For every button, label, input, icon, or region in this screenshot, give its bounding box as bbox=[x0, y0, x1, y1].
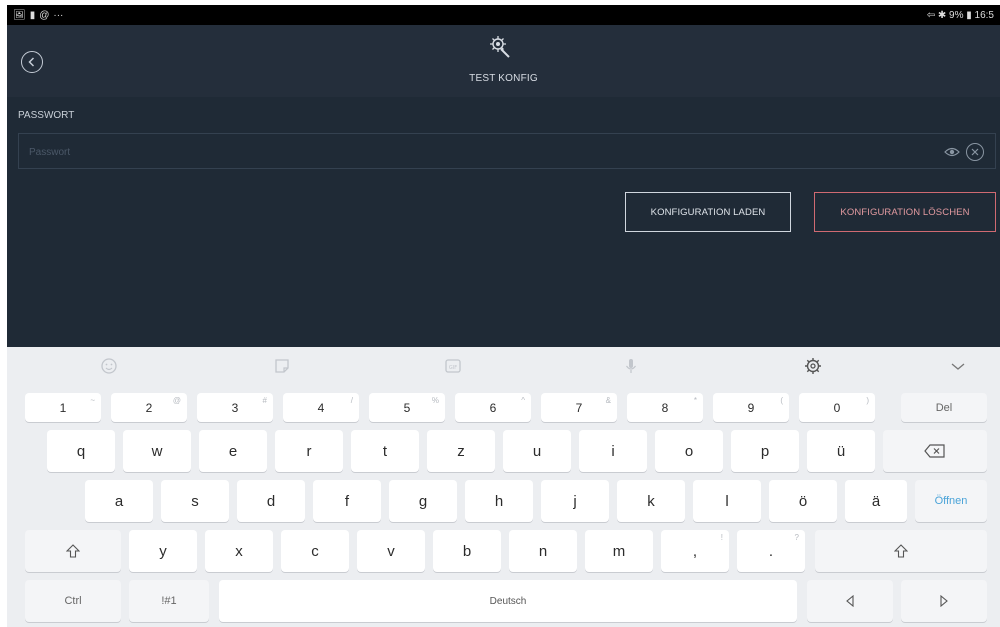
keyboard-toolbar: GIF bbox=[7, 347, 1000, 385]
status-bar-right: ⇦ ✱ 9% ▮ 16:5 bbox=[927, 10, 994, 21]
magic-wand-gear-icon bbox=[490, 36, 510, 58]
key-x[interactable]: x bbox=[205, 530, 273, 572]
status-bar-left: 🖼 ▮ @ ··· bbox=[13, 10, 63, 21]
battery-saver-icon: ▮ bbox=[29, 9, 36, 21]
on-screen-keyboard: GIF 1 ~ 2 @ 3 # 4/ 5% 6 ^ 7 & 8 * 9( 0) Del bbox=[7, 347, 1000, 627]
page-title: TEST KONFIG bbox=[469, 73, 538, 84]
config-content: PASSWORT KONFIGURATION LADEN KONFIGURATI… bbox=[7, 97, 1000, 347]
status-text: ⇦ ✱ 9% ▮ 16:5 bbox=[926, 9, 994, 21]
key-y[interactable]: y bbox=[129, 530, 197, 572]
key-n[interactable]: n bbox=[509, 530, 577, 572]
key-i[interactable]: i bbox=[579, 430, 647, 472]
key-j[interactable]: j bbox=[541, 480, 609, 522]
more-dots-icon: ··· bbox=[53, 9, 64, 21]
key-g[interactable]: g bbox=[389, 480, 457, 522]
key-w[interactable]: w bbox=[123, 430, 191, 472]
key-z[interactable]: z bbox=[427, 430, 495, 472]
key-q[interactable]: q bbox=[47, 430, 115, 472]
left-arrow-icon bbox=[846, 595, 854, 607]
key-c[interactable]: c bbox=[281, 530, 349, 572]
right-arrow-icon bbox=[940, 595, 948, 607]
key-period[interactable]: .? bbox=[737, 530, 805, 572]
key-7[interactable]: 7 & bbox=[541, 393, 617, 422]
key-9[interactable]: 9( bbox=[713, 393, 789, 422]
key-u-umlaut[interactable]: ü bbox=[807, 430, 875, 472]
key-v[interactable]: v bbox=[357, 530, 425, 572]
key-s[interactable]: s bbox=[161, 480, 229, 522]
key-h[interactable]: h bbox=[465, 480, 533, 522]
shift-key-right[interactable] bbox=[815, 530, 987, 572]
key-b[interactable]: b bbox=[433, 530, 501, 572]
shift-key-left[interactable] bbox=[25, 530, 121, 572]
microphone-icon[interactable] bbox=[621, 356, 641, 376]
shift-icon bbox=[66, 544, 80, 558]
app-header: TEST KONFIG bbox=[7, 25, 1000, 97]
password-label: PASSWORT bbox=[18, 110, 75, 121]
password-input[interactable] bbox=[29, 143, 909, 161]
eye-icon[interactable] bbox=[944, 145, 960, 159]
settings-icon[interactable] bbox=[803, 356, 823, 376]
back-button[interactable] bbox=[21, 51, 43, 73]
delete-key[interactable]: Del bbox=[901, 393, 987, 422]
key-1[interactable]: 1 ~ bbox=[25, 393, 101, 422]
delete-config-button[interactable]: KONFIGURATION LÖSCHEN bbox=[814, 192, 996, 232]
key-p[interactable]: p bbox=[731, 430, 799, 472]
close-icon bbox=[971, 148, 979, 156]
open-key[interactable]: Öffnen bbox=[915, 480, 987, 522]
key-4[interactable]: 4/ bbox=[283, 393, 359, 422]
backspace-icon bbox=[924, 444, 945, 458]
key-r[interactable]: r bbox=[275, 430, 343, 472]
key-6[interactable]: 6 ^ bbox=[455, 393, 531, 422]
key-0[interactable]: 0) bbox=[799, 393, 875, 422]
key-8[interactable]: 8 * bbox=[627, 393, 703, 422]
gif-icon[interactable]: GIF bbox=[443, 356, 463, 376]
at-icon: @ bbox=[39, 9, 50, 21]
password-field bbox=[18, 133, 996, 169]
right-arrow-key[interactable] bbox=[901, 580, 987, 622]
sticker-icon[interactable] bbox=[272, 356, 292, 376]
key-comma[interactable]: ,! bbox=[661, 530, 729, 572]
clear-input-icon[interactable] bbox=[966, 143, 984, 161]
key-l[interactable]: l bbox=[693, 480, 761, 522]
key-o-umlaut[interactable]: ö bbox=[769, 480, 837, 522]
load-config-button[interactable]: KONFIGURATION LADEN bbox=[625, 192, 791, 232]
key-f[interactable]: f bbox=[313, 480, 381, 522]
left-arrow-key[interactable] bbox=[807, 580, 893, 622]
key-e[interactable]: e bbox=[199, 430, 267, 472]
collapse-chevron-icon[interactable] bbox=[948, 356, 968, 376]
shift-icon bbox=[894, 544, 908, 558]
symbols-key[interactable]: !#1 bbox=[129, 580, 209, 622]
key-2[interactable]: 2 @ bbox=[111, 393, 187, 422]
key-m[interactable]: m bbox=[585, 530, 653, 572]
key-a[interactable]: a bbox=[85, 480, 153, 522]
back-arrow-icon bbox=[28, 57, 35, 67]
ctrl-key[interactable]: Ctrl bbox=[25, 580, 121, 622]
key-d[interactable]: d bbox=[237, 480, 305, 522]
svg-text:GIF: GIF bbox=[449, 365, 457, 371]
status-bar: 🖼 ▮ @ ··· ⇦ ✱ 9% ▮ 16:5 bbox=[7, 5, 1000, 25]
key-u[interactable]: u bbox=[503, 430, 571, 472]
key-5[interactable]: 5% bbox=[369, 393, 445, 422]
key-o[interactable]: o bbox=[655, 430, 723, 472]
space-key[interactable]: Deutsch bbox=[219, 580, 797, 622]
key-t[interactable]: t bbox=[351, 430, 419, 472]
key-k[interactable]: k bbox=[617, 480, 685, 522]
image-icon: 🖼 bbox=[13, 9, 26, 21]
emoji-icon[interactable] bbox=[99, 356, 119, 376]
backspace-key[interactable] bbox=[883, 430, 987, 472]
key-a-umlaut[interactable]: ä bbox=[845, 480, 907, 522]
device-screen: 🖼 ▮ @ ··· ⇦ ✱ 9% ▮ 16:5 TEST KONFIG PASS… bbox=[7, 5, 1000, 627]
key-3[interactable]: 3 # bbox=[197, 393, 273, 422]
